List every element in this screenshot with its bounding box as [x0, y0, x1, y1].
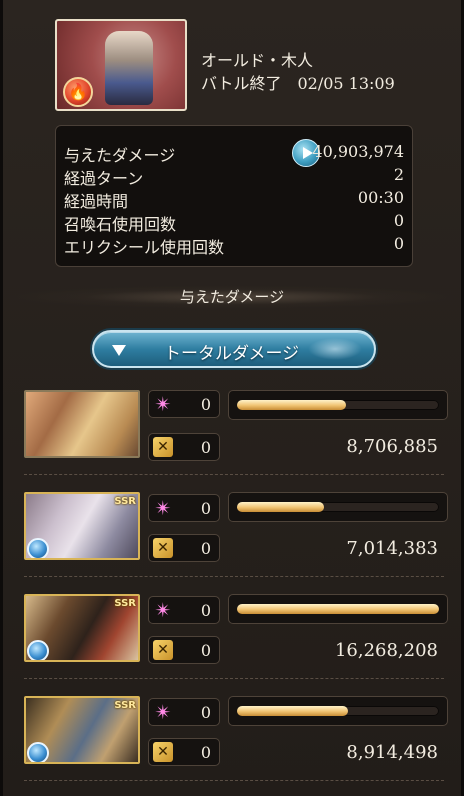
row-divider	[24, 678, 444, 679]
ssr-badge: SSR	[114, 496, 136, 507]
pink-star-icon: ✴	[154, 598, 172, 622]
pink-star-icon: ✴	[154, 700, 172, 724]
stat-row-time: 経過時間 00:30	[64, 188, 404, 211]
skill-count-value: 0	[200, 601, 211, 620]
ssr-badge: SSR	[114, 598, 136, 609]
pink-star-icon: ✴	[154, 496, 172, 520]
triangle-down-icon	[112, 345, 126, 356]
pink-star-icon: ✴	[154, 392, 172, 416]
charge-attack-count: ✕ 0	[148, 534, 220, 562]
damage-type-dropdown[interactable]: トータルダメージ	[92, 330, 376, 368]
stat-label: 召喚石使用回数	[64, 215, 177, 234]
party-member-row: SSR ✴ 0 ✕ 0 16,268,208	[24, 594, 448, 682]
damage-bar-track	[237, 604, 439, 614]
charge-attack-icon: ✕	[153, 742, 173, 762]
damage-bar-track	[237, 502, 439, 512]
skill-count: ✴ 0	[148, 390, 220, 418]
skill-count: ✴ 0	[148, 494, 220, 522]
stat-value: 0	[393, 234, 404, 253]
enemy-thumbnail: 🔥	[55, 19, 187, 111]
party-member-row: SSR ✴ 0 ✕ 0 7,014,383	[24, 492, 448, 580]
damage-bar-fill	[237, 604, 439, 614]
character-portrait[interactable]: SSR	[24, 492, 140, 560]
damage-bar	[228, 696, 448, 726]
damage-value: 7,014,383	[346, 538, 438, 559]
damage-bar-fill	[237, 706, 349, 716]
water-element-icon	[27, 742, 49, 762]
damage-bar	[228, 390, 448, 420]
charge-attack-icon: ✕	[153, 538, 173, 558]
character-portrait[interactable]: SSR	[24, 696, 140, 764]
damage-value: 8,706,885	[346, 436, 438, 457]
stat-label: 経過時間	[64, 192, 129, 211]
stat-label: エリクシール使用回数	[64, 238, 225, 257]
party-member-row: SSR ✴ 0 ✕ 0 8,914,498	[24, 696, 448, 784]
character-portrait[interactable]: SSR	[24, 594, 140, 662]
row-divider	[24, 576, 444, 577]
charge-attack-count: ✕ 0	[148, 433, 220, 461]
water-element-icon	[27, 640, 49, 660]
stat-value: 2	[393, 165, 404, 184]
stat-row-turns: 経過ターン 2	[64, 165, 404, 188]
skill-count-value: 0	[200, 499, 211, 518]
stat-row-damage: 与えたダメージ 40,903,974	[64, 139, 404, 167]
ca-count-value: 0	[200, 641, 211, 660]
damage-bar-fill	[237, 502, 324, 512]
skill-count-value: 0	[200, 703, 211, 722]
damage-value: 8,914,498	[346, 742, 438, 763]
stat-value: 40,903,974	[312, 142, 404, 161]
stat-row-elixirs: エリクシール使用回数 0	[64, 234, 404, 257]
water-element-icon	[27, 538, 49, 558]
charge-attack-icon: ✕	[153, 437, 173, 457]
party-member-row: ✴ 0 ✕ 0 8,706,885	[24, 390, 448, 478]
stat-row-summons: 召喚石使用回数 0	[64, 211, 404, 234]
charge-attack-count: ✕ 0	[148, 738, 220, 766]
character-portrait[interactable]	[24, 390, 140, 458]
ca-count-value: 0	[200, 743, 211, 762]
enemy-name: オールド・木人	[201, 51, 314, 70]
damage-bar	[228, 492, 448, 522]
battle-status: バトル終了 02/05 13:09	[201, 74, 395, 93]
stat-label: 与えたダメージ	[64, 146, 176, 165]
section-title: 与えたダメージ	[0, 285, 464, 309]
skill-count: ✴ 0	[148, 596, 220, 624]
ca-count-value: 0	[200, 438, 211, 457]
skill-count: ✴ 0	[148, 698, 220, 726]
stat-value: 0	[393, 211, 404, 230]
damage-value: 16,268,208	[334, 640, 438, 661]
ca-count-value: 0	[200, 539, 211, 558]
charge-attack-count: ✕ 0	[148, 636, 220, 664]
damage-bar-track	[237, 400, 439, 410]
battle-stats-box: 与えたダメージ 40,903,974 経過ターン 2 経過時間 00:30 召喚…	[55, 125, 413, 267]
skill-count-value: 0	[200, 395, 211, 414]
stat-label: 経過ターン	[64, 169, 144, 188]
row-divider	[24, 780, 444, 781]
dropdown-decoration	[308, 338, 362, 360]
damage-bar	[228, 594, 448, 624]
damage-bar-track	[237, 706, 439, 716]
damage-bar-fill	[237, 400, 347, 410]
stat-value: 00:30	[357, 188, 404, 207]
dropdown-label: トータルダメージ	[164, 344, 300, 364]
row-divider	[24, 474, 444, 475]
enemy-figure	[105, 31, 153, 105]
fire-element-icon: 🔥	[63, 77, 93, 107]
charge-attack-icon: ✕	[153, 640, 173, 660]
ssr-badge: SSR	[114, 700, 136, 711]
